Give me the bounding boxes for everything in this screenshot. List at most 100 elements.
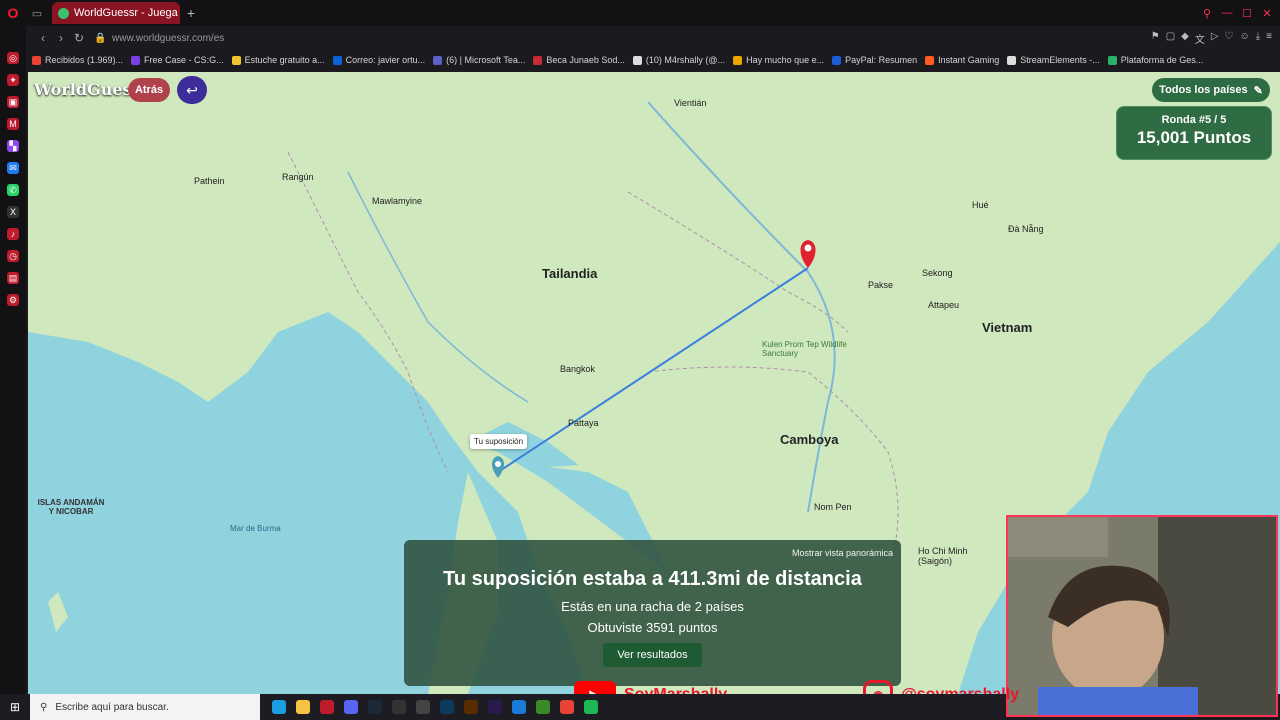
bookmark-favicon-icon bbox=[32, 55, 41, 65]
bookmark-item[interactable]: StreamElements -... bbox=[1007, 55, 1100, 65]
sidebar-messenger-icon[interactable]: ✉ bbox=[7, 162, 19, 174]
bookmark-label: Correo: javier ortu... bbox=[345, 55, 426, 65]
sidebar-twitch-icon[interactable]: ▚ bbox=[7, 140, 19, 152]
webcam-feed bbox=[1008, 517, 1276, 715]
city-label: Sekong bbox=[922, 268, 953, 278]
taskbar-search-placeholder: Escribe aquí para buscar. bbox=[55, 701, 169, 713]
bookmark-label: Beca Junaeb Sod... bbox=[546, 55, 625, 65]
sidebar-mail-icon[interactable]: M bbox=[7, 118, 19, 130]
edge-icon[interactable] bbox=[272, 700, 286, 714]
sidebar-shopping-icon[interactable]: ✦ bbox=[7, 74, 19, 86]
bookmarks-bar: Recibidos (1.969)... Free Case - CS:G... E… bbox=[26, 50, 1280, 70]
chrome-icon[interactable] bbox=[560, 700, 574, 714]
obs-icon[interactable] bbox=[416, 700, 430, 714]
bookmark-favicon-icon bbox=[332, 55, 342, 65]
windows-taskbar: ⊞ ⚲ Escribe aquí para buscar. bbox=[0, 694, 1006, 720]
opera-logo-icon[interactable]: O bbox=[0, 0, 26, 26]
bookmark-favicon-icon bbox=[1007, 55, 1017, 65]
maximize-icon[interactable]: ☐ bbox=[1240, 7, 1254, 20]
steam-icon[interactable] bbox=[368, 700, 382, 714]
sidebar-music-icon[interactable]: ♪ bbox=[7, 228, 19, 240]
bookmark-label: Free Case - CS:G... bbox=[144, 55, 224, 65]
all-countries-button[interactable]: Todos los países ✎ bbox=[1152, 78, 1270, 102]
bookmark-item[interactable]: Beca Junaeb Sod... bbox=[533, 55, 625, 65]
browser-tab-bar: O ▭ WorldGuessr - Juega Geo... + ⚲ — ☐ ✕ bbox=[0, 0, 1280, 26]
sidebar-settings-icon[interactable]: ⚙ bbox=[7, 294, 19, 306]
country-label: Tailandia bbox=[542, 266, 598, 281]
tab-title: WorldGuessr - Juega Geo... bbox=[74, 7, 180, 19]
bookmark-label: Estuche gratuito a... bbox=[244, 55, 325, 65]
discord-icon[interactable] bbox=[344, 700, 358, 714]
minimize-icon[interactable]: — bbox=[1220, 7, 1234, 20]
city-label: Bangkok bbox=[560, 364, 596, 374]
photoshop-icon[interactable] bbox=[440, 700, 454, 714]
round-label: Ronda #5 / 5 bbox=[1161, 114, 1227, 126]
window-controls: ⚲ — ☐ ✕ bbox=[1200, 7, 1280, 20]
webcam-overlay bbox=[1006, 515, 1278, 717]
tab-menu-icon[interactable]: ▭ bbox=[26, 2, 48, 24]
bookmark-item[interactable]: (10) M4rshally (@... bbox=[632, 55, 725, 65]
epic-games-icon[interactable] bbox=[392, 700, 406, 714]
return-arrow-icon[interactable]: ↩ bbox=[177, 76, 207, 104]
spotify-icon[interactable] bbox=[584, 700, 598, 714]
bookmark-item[interactable]: Recibidos (1.969)... bbox=[32, 55, 123, 65]
reload-icon[interactable]: ↻ bbox=[70, 31, 88, 45]
minecraft-icon[interactable] bbox=[536, 700, 550, 714]
bookmark-item[interactable]: Free Case - CS:G... bbox=[131, 55, 224, 65]
windows-start-icon[interactable]: ⊞ bbox=[0, 700, 30, 714]
bookmark-icon[interactable]: ⚑ bbox=[1151, 31, 1160, 46]
account-icon[interactable]: ☺ bbox=[1240, 31, 1250, 46]
sidebar-aria-icon[interactable]: ◎ bbox=[7, 52, 19, 64]
bookmark-item[interactable]: Hay mucho que e... bbox=[733, 55, 824, 65]
close-icon[interactable]: ✕ bbox=[1260, 7, 1274, 20]
streak-text: Estás en una racha de 2 países bbox=[561, 599, 744, 614]
back-button[interactable]: Atrás bbox=[128, 78, 170, 102]
desktop-screen: O ▭ WorldGuessr - Juega Geo... + ⚲ — ☐ ✕… bbox=[0, 0, 1280, 720]
bookmark-item[interactable]: Instant Gaming bbox=[925, 55, 999, 65]
view-results-button[interactable]: Ver resultados bbox=[603, 643, 702, 667]
bookmark-label: (6) | Microsoft Tea... bbox=[446, 55, 526, 65]
city-label: Nom Pen bbox=[814, 502, 852, 512]
bookmark-item[interactable]: (6) | Microsoft Tea... bbox=[433, 55, 525, 65]
bookmark-item[interactable]: PayPal: Resumen bbox=[832, 55, 917, 65]
play-icon[interactable]: ▷ bbox=[1211, 31, 1219, 46]
download-icon[interactable]: ⤓ bbox=[1256, 31, 1260, 46]
guess-pin-label: Tu suposición bbox=[470, 434, 528, 449]
result-distance-title: Tu suposición estaba a 411.3mi de distan… bbox=[443, 568, 862, 590]
after-effects-icon[interactable] bbox=[488, 700, 502, 714]
vscode-icon[interactable] bbox=[512, 700, 526, 714]
sidebar-messages-icon[interactable]: ▣ bbox=[7, 96, 19, 108]
city-label: Pakse bbox=[868, 280, 894, 290]
bookmark-item[interactable]: Correo: javier ortu... bbox=[332, 55, 426, 65]
opera-icon[interactable] bbox=[320, 700, 334, 714]
forward-arrow-icon[interactable]: › bbox=[52, 31, 70, 45]
translate-icon[interactable]: 文 bbox=[1195, 31, 1205, 46]
bookmark-item[interactable]: Plataforma de Ges... bbox=[1107, 55, 1203, 65]
illustrator-icon[interactable] bbox=[464, 700, 478, 714]
tab-worldguessr[interactable]: WorldGuessr - Juega Geo... bbox=[52, 2, 180, 24]
taskbar-search-box[interactable]: ⚲ Escribe aquí para buscar. bbox=[30, 694, 260, 720]
snapshot-icon[interactable]: ▢ bbox=[1166, 31, 1175, 46]
bookmark-favicon-icon bbox=[925, 55, 935, 65]
back-arrow-icon[interactable]: ‹ bbox=[34, 31, 52, 45]
shield-icon[interactable]: ◆ bbox=[1181, 31, 1189, 46]
new-tab-button[interactable]: + bbox=[180, 5, 202, 21]
url-field[interactable]: www.worldguessr.com/es bbox=[112, 33, 224, 44]
taskbar-apps bbox=[272, 700, 598, 714]
bookmark-favicon-icon bbox=[1107, 55, 1117, 65]
show-panorama-link[interactable]: Mostrar vista panorámica bbox=[792, 548, 893, 558]
island-land bbox=[48, 592, 68, 632]
heart-icon[interactable]: ♡ bbox=[1225, 31, 1234, 46]
menu-icon[interactable]: ≡ bbox=[1266, 31, 1272, 46]
search-icon[interactable]: ⚲ bbox=[1200, 7, 1214, 20]
bookmark-item[interactable]: Estuche gratuito a... bbox=[231, 55, 325, 65]
sidebar-x-icon[interactable]: X bbox=[7, 206, 19, 218]
sidebar-history-icon[interactable]: ◷ bbox=[7, 250, 19, 262]
islands-label: ISLAS ANDAMÁN Y NICOBAR bbox=[37, 498, 105, 516]
sidebar-wallet-icon[interactable]: ▤ bbox=[7, 272, 19, 284]
bookmark-favicon-icon bbox=[433, 55, 443, 65]
result-panel: Mostrar vista panorámica Tu suposición e… bbox=[404, 540, 901, 686]
sidebar-whatsapp-icon[interactable]: ✆ bbox=[7, 184, 19, 196]
file-explorer-icon[interactable] bbox=[296, 700, 310, 714]
round-score-box: Ronda #5 / 5 15,001 Puntos bbox=[1116, 106, 1272, 160]
